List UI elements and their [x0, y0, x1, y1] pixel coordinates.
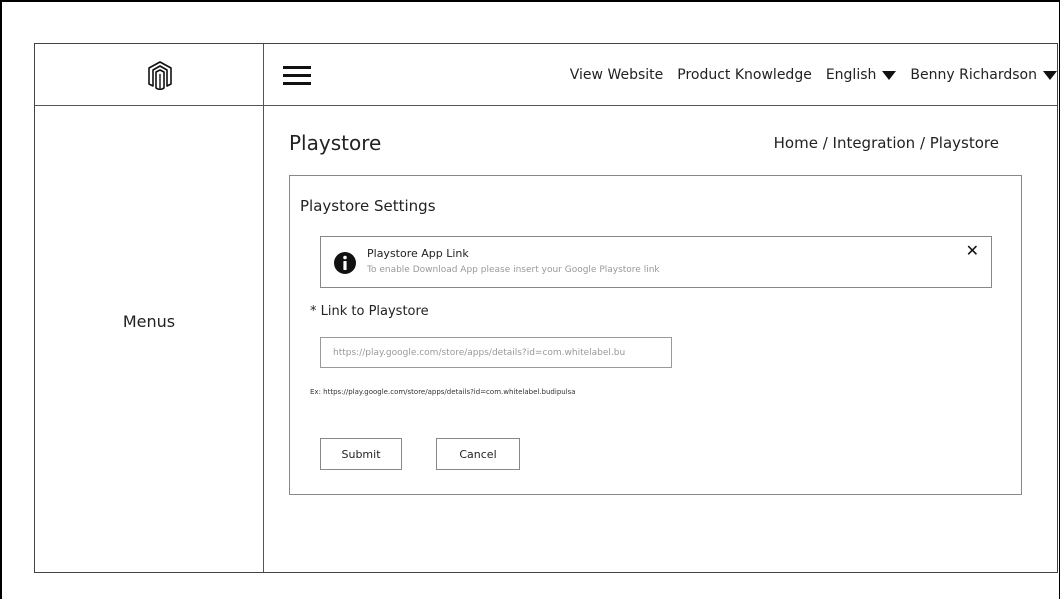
hamburger-bar: [283, 74, 311, 77]
playstore-link-input[interactable]: [320, 337, 672, 368]
user-name: Benny Richardson: [910, 67, 1037, 83]
language-label: English: [825, 67, 877, 83]
card-title: Playstore Settings: [300, 197, 436, 215]
breadcrumb-separator: /: [915, 134, 930, 152]
close-icon[interactable]: ✕: [966, 241, 979, 260]
caret-down-icon: [882, 70, 897, 80]
breadcrumb-separator: /: [817, 134, 833, 152]
submit-button[interactable]: Submit: [320, 438, 402, 470]
nav-product-knowledge[interactable]: Product Knowledge: [677, 67, 812, 83]
breadcrumb-current: Playstore: [929, 134, 999, 152]
language-dropdown[interactable]: English: [826, 67, 897, 83]
hamburger-icon[interactable]: [283, 66, 311, 86]
magento-logo-icon[interactable]: [145, 60, 175, 90]
playstore-link-label: * Link to Playstore: [310, 304, 429, 319]
nav-view-website-label: View Website: [569, 67, 664, 83]
hamburger-bar: [283, 66, 311, 69]
caret-down-icon: [1043, 70, 1057, 80]
header-divider: [35, 105, 1057, 106]
breadcrumb-integration[interactable]: Integration: [833, 134, 916, 152]
info-alert: Playstore App Link To enable Download Ap…: [320, 236, 992, 288]
alert-message: To enable Download App please insert you…: [367, 265, 660, 275]
cancel-button[interactable]: Cancel: [436, 438, 520, 470]
hamburger-bar: [283, 82, 311, 85]
sidebar-divider: [263, 44, 264, 572]
admin-layout: View Website Product Knowledge English B…: [34, 43, 1058, 573]
playstore-link-example: Ex: https://play.google.com/store/apps/d…: [310, 388, 576, 396]
page-title: Playstore: [289, 131, 382, 155]
sidebar-menus-label: Menus: [122, 312, 176, 331]
breadcrumb: Home / Integration / Playstore: [774, 134, 999, 152]
breadcrumb-home[interactable]: Home: [774, 134, 818, 152]
alert-title: Playstore App Link: [367, 247, 469, 260]
top-navigation: View Website Product Knowledge English B…: [556, 63, 1057, 87]
nav-view-website[interactable]: View Website: [570, 67, 663, 83]
info-icon: [334, 252, 356, 274]
nav-product-knowledge-label: Product Knowledge: [677, 67, 812, 83]
playstore-settings-card: Playstore Settings Playstore App Link To…: [289, 175, 1022, 495]
user-dropdown[interactable]: Benny Richardson: [910, 67, 1057, 83]
